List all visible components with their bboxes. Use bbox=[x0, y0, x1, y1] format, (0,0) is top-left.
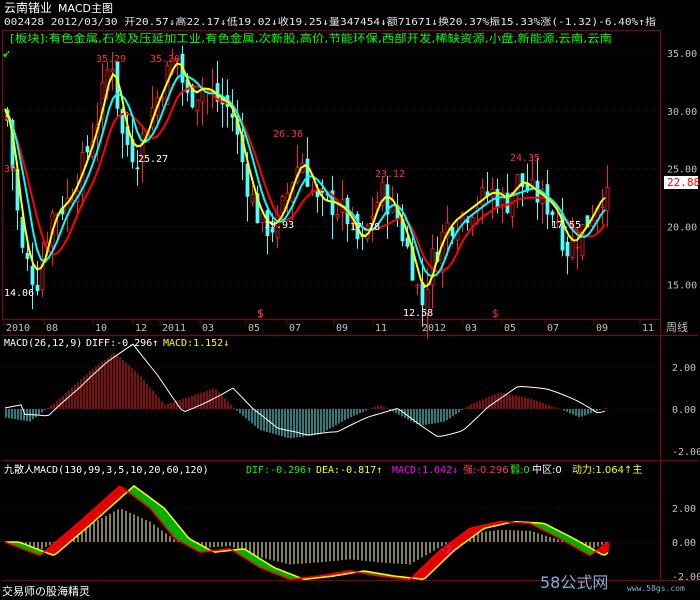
y-tick-label: 25.00 bbox=[667, 165, 697, 176]
price-label: 26.36 bbox=[273, 129, 303, 140]
stock-name: 云南锗业 bbox=[4, 0, 52, 15]
jsr-dea: DEA:-0.817↑ bbox=[316, 465, 382, 476]
jsr-ribbon bbox=[5, 485, 609, 580]
y-tick-label: -2.00 bbox=[672, 572, 700, 583]
signal-marker: $ bbox=[492, 307, 499, 320]
current-price-value: 22.88 bbox=[667, 176, 700, 189]
period-label[interactable]: 周线 bbox=[666, 320, 688, 334]
price-label: 23.12 bbox=[375, 169, 405, 180]
price-label: 30 bbox=[4, 164, 16, 175]
check-icon: ✔ bbox=[2, 48, 11, 61]
candle-body bbox=[200, 89, 205, 103]
stock-chart[interactable]: 云南锗业 MACD主图 002428 2012/03/30 开20.57↓高22… bbox=[0, 0, 700, 600]
x-tick-label: 07 bbox=[289, 323, 301, 334]
candle-body bbox=[195, 99, 200, 111]
price-label: 35.29 bbox=[96, 54, 126, 65]
price-label: 25.27 bbox=[138, 154, 168, 165]
x-tick-label: 2011 bbox=[162, 323, 186, 334]
jsr-dif: DIF:-0.296↑ bbox=[246, 465, 312, 476]
x-tick-label: 2012 bbox=[422, 323, 446, 334]
x-tick-label: 08 bbox=[46, 323, 58, 334]
candle-body bbox=[305, 158, 310, 187]
macd-value: MACD:1.152↓ bbox=[163, 338, 229, 349]
x-tick-label: 07 bbox=[547, 323, 559, 334]
y-tick-label: 2.00 bbox=[672, 504, 696, 515]
jsr-strong: 强:-0.296↑ bbox=[463, 464, 517, 476]
diff-line bbox=[4, 343, 606, 437]
y-tick-label: -2.00 bbox=[672, 447, 700, 458]
candle-body bbox=[250, 193, 255, 203]
candle-body bbox=[110, 69, 115, 73]
candle-body bbox=[135, 167, 140, 170]
signal-marker: $ bbox=[257, 307, 264, 320]
x-tick-label: 10 bbox=[95, 323, 107, 334]
candle-body bbox=[470, 217, 475, 226]
x-tick-label: 03 bbox=[202, 323, 214, 334]
candle-body bbox=[575, 246, 580, 249]
x-tick-label: 09 bbox=[336, 323, 348, 334]
x-tick-label: 05 bbox=[248, 323, 260, 334]
current-price-badge: 22.88 bbox=[664, 176, 700, 189]
y-tick-label: 30.00 bbox=[667, 107, 697, 118]
macd-histogram bbox=[5, 353, 607, 439]
candle-body bbox=[605, 187, 610, 211]
y-tick-label: 35.00 bbox=[667, 49, 697, 60]
candle-body bbox=[590, 220, 595, 227]
bar-info: 002428 2012/03/30 开20.57↓高22.17↓低19.02↓收… bbox=[4, 16, 656, 28]
candle-body bbox=[530, 178, 535, 187]
candle-body bbox=[550, 211, 555, 216]
candle-body bbox=[335, 214, 340, 218]
candle-body bbox=[30, 265, 35, 285]
x-tick-label: 09 bbox=[596, 323, 608, 334]
candle-body bbox=[405, 237, 410, 247]
y-tick-label: 15.00 bbox=[667, 280, 697, 291]
candle-body bbox=[230, 113, 235, 118]
candle-body bbox=[600, 206, 605, 209]
candle-body bbox=[565, 241, 570, 257]
candle-body bbox=[480, 187, 485, 206]
candle-body bbox=[580, 223, 585, 257]
candle-body bbox=[450, 227, 455, 237]
candle-body bbox=[85, 146, 90, 153]
candle-body bbox=[280, 196, 285, 214]
price-label: 19.93 bbox=[264, 220, 294, 231]
y-tick-label: 20.00 bbox=[667, 223, 697, 234]
footer-author: 交易师の股海精灵 bbox=[2, 584, 90, 598]
candle-body bbox=[25, 252, 30, 259]
y-tick-label: 0.00 bbox=[672, 405, 696, 416]
x-tick-label: 03 bbox=[465, 323, 477, 334]
candle-body bbox=[370, 215, 375, 219]
x-tick-label: 05 bbox=[504, 323, 516, 334]
time-axis: 2010 08 10 12 2011 03 05 07 09 11 2012 03 05 07 09 11 bbox=[3, 320, 654, 334]
candle-body bbox=[415, 285, 420, 288]
x-tick-label: 11 bbox=[375, 323, 387, 334]
jsr-marker: -2 bbox=[440, 545, 452, 556]
jsr-title: 九散人MACD(130,99,3,5,10,20,60,120) bbox=[4, 463, 209, 476]
jsr-dongli: 动力:1.064↑主 bbox=[572, 463, 642, 476]
macd-title: MACD(26,12,9) bbox=[4, 338, 82, 349]
price-label: 35.20 bbox=[150, 54, 180, 65]
jsr-macd: MACD:1.042↓ bbox=[392, 465, 458, 476]
chart-mode[interactable]: MACD主图 bbox=[58, 2, 113, 15]
jsr-zhongqu: 中区:0 bbox=[532, 463, 562, 476]
y-tick-label: 0.00 bbox=[672, 538, 696, 549]
macd-diff-line bbox=[4, 343, 606, 437]
price-label: 12.58 bbox=[403, 308, 433, 319]
price-label: 17.55 bbox=[551, 220, 581, 231]
sector-tags: [板块]:有色金属,石炭及压延加工业,有色金属,次新股,高价,节能环保,西部开发… bbox=[10, 31, 612, 45]
x-tick-label: 2010 bbox=[6, 323, 30, 334]
watermark-url: www.58gs.com bbox=[627, 584, 685, 593]
x-tick-label: 12 bbox=[135, 323, 147, 334]
candle-body bbox=[35, 284, 40, 292]
moving-average-lines bbox=[4, 62, 606, 288]
price-label: 17.18 bbox=[350, 222, 380, 233]
y-tick-label: 2.00 bbox=[672, 363, 696, 374]
macd-diff: DIFF:-0.296↑ bbox=[86, 338, 158, 349]
x-tick-label: 11 bbox=[642, 323, 654, 334]
price-label: 24.35 bbox=[510, 153, 540, 164]
watermark-logo: 58公式网 bbox=[540, 573, 608, 592]
candle-body bbox=[570, 238, 575, 259]
price-label: 14.06 bbox=[4, 288, 34, 299]
jsr-weak: 弱:0 bbox=[510, 464, 530, 476]
